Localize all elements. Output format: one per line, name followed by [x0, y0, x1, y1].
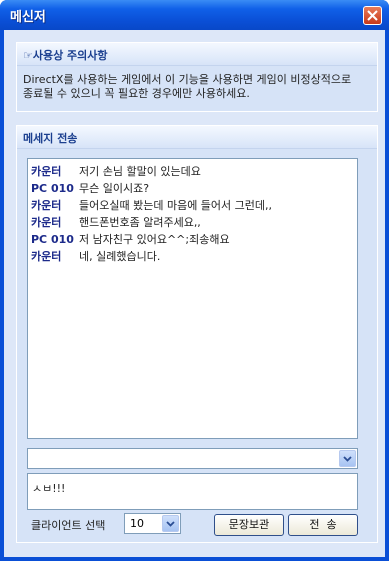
chat-sender: 카운터 — [31, 250, 62, 263]
dropdown-arrow-icon — [166, 521, 175, 527]
chat-message: 무슨 일이시죠? — [79, 182, 150, 195]
notice-panel: ☞사용상 주의사항 DirectX를 사용하는 게임에서 이 기능을 사용하면 … — [16, 42, 378, 112]
chat-sender: PC 010 — [31, 233, 74, 246]
chat-line: 카운터 핸드폰번호좀 알려주세요,, — [31, 214, 201, 231]
chat-message: 저기 손님 할말이 있는데요 — [79, 165, 201, 178]
message-panel-header: 메세지 전송 — [17, 126, 377, 149]
window-title: 메신저 — [10, 10, 46, 25]
notice-text: DirectX를 사용하는 게임에서 이 기능을 사용하면 게임이 비정상적으로… — [23, 73, 352, 100]
chat-line: PC 010 저 남자친구 있어요^^;죄송해요 — [31, 231, 230, 248]
chat-sender: 카운터 — [31, 199, 62, 212]
chat-sender: 카운터 — [31, 216, 62, 229]
client-select-label: 클라이언트 선택 — [31, 519, 106, 532]
chat-log[interactable]: 카운터 저기 손님 할말이 있는데요 PC 010 무슨 일이시죠? 카운터 들어오실… — [27, 158, 358, 439]
notice-panel-title: ☞사용상 주의사항 — [23, 49, 108, 62]
dropdown-arrow-icon — [343, 456, 352, 462]
history-dropdown-button[interactable] — [339, 450, 356, 467]
message-panel-title: 메세지 전송 — [23, 132, 78, 145]
chat-line: 카운터 저기 손님 할말이 있는데요 — [31, 163, 201, 180]
messenger-window: 메신저 ☞사용상 주의사항 DirectX를 사용하는 게임에서 이 기능을 사… — [0, 0, 389, 561]
chat-message: 핸드폰번호좀 알려주세요,, — [79, 216, 201, 229]
chat-line: 카운터 들어오실때 봤는데 마음에 들어서 그런데,, — [31, 197, 272, 214]
close-button[interactable] — [363, 6, 382, 25]
title-bar[interactable]: 메신저 — [0, 0, 389, 30]
notice-panel-header: ☞사용상 주의사항 — [17, 43, 377, 66]
chat-message: 네, 실례했습니다. — [79, 250, 161, 263]
chat-sender: PC 010 — [31, 182, 74, 195]
save-sentence-button[interactable]: 문장보관 — [214, 514, 284, 536]
client-select[interactable]: 10 — [124, 513, 181, 534]
message-input[interactable]: ㅅㅂ!!! — [27, 473, 358, 510]
close-icon — [367, 10, 378, 21]
chat-line: PC 010 무슨 일이시죠? — [31, 180, 149, 197]
client-select-value: 10 — [130, 517, 144, 530]
chat-sender: 카운터 — [31, 165, 62, 178]
client-dropdown-button[interactable] — [162, 515, 179, 532]
send-button[interactable]: 전 송 — [288, 514, 358, 536]
chat-message: 저 남자친구 있어요^^;죄송해요 — [79, 233, 230, 246]
message-history-combo[interactable] — [27, 448, 358, 469]
chat-message: 들어오실때 봤는데 마음에 들어서 그런데,, — [79, 199, 273, 212]
chat-line: 카운터 네, 실례했습니다. — [31, 248, 160, 265]
